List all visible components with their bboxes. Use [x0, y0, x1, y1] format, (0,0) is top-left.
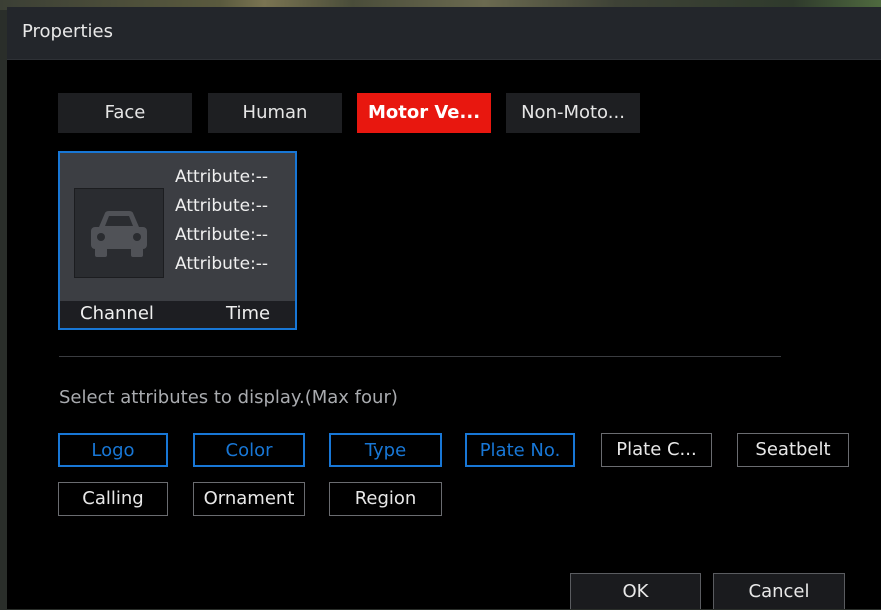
channel-label: Channel — [80, 303, 154, 324]
tab-human[interactable]: Human — [208, 93, 342, 133]
attribute-line-3: Attribute:-- — [175, 225, 269, 245]
time-label: Time — [226, 303, 271, 324]
divider — [59, 356, 781, 357]
attribute-line-4: Attribute:-- — [175, 254, 269, 274]
preview-footer: Channel Time — [60, 301, 295, 328]
tab-motor-vehicle[interactable]: Motor Ve... — [357, 93, 491, 133]
option-region[interactable]: Region — [329, 482, 442, 516]
option-logo[interactable]: Logo — [58, 433, 168, 467]
option-color[interactable]: Color — [193, 433, 305, 467]
option-plate-color[interactable]: Plate C... — [601, 433, 712, 467]
properties-dialog: Properties Face Human Motor Ve... Non-Mo… — [7, 7, 881, 609]
option-type[interactable]: Type — [329, 433, 442, 467]
tab-non-motor-vehicle[interactable]: Non-Moto... — [506, 93, 640, 133]
attribute-line-1: Attribute:-- — [175, 167, 269, 187]
select-attributes-hint: Select attributes to display.(Max four) — [59, 387, 398, 408]
tab-face[interactable]: Face — [58, 93, 192, 133]
option-ornament[interactable]: Ornament — [193, 482, 305, 516]
dialog-titlebar: Properties — [7, 7, 881, 60]
option-seatbelt[interactable]: Seatbelt — [737, 433, 849, 467]
preview-card: Attribute:-- Attribute:-- Attribute:-- A… — [58, 151, 297, 330]
ok-button[interactable]: OK — [570, 573, 701, 609]
attribute-line-2: Attribute:-- — [175, 196, 269, 216]
dialog-title: Properties — [22, 21, 113, 42]
cancel-button[interactable]: Cancel — [713, 573, 845, 609]
car-icon — [74, 188, 164, 278]
option-calling[interactable]: Calling — [58, 482, 168, 516]
option-plate-no[interactable]: Plate No. — [465, 433, 575, 467]
